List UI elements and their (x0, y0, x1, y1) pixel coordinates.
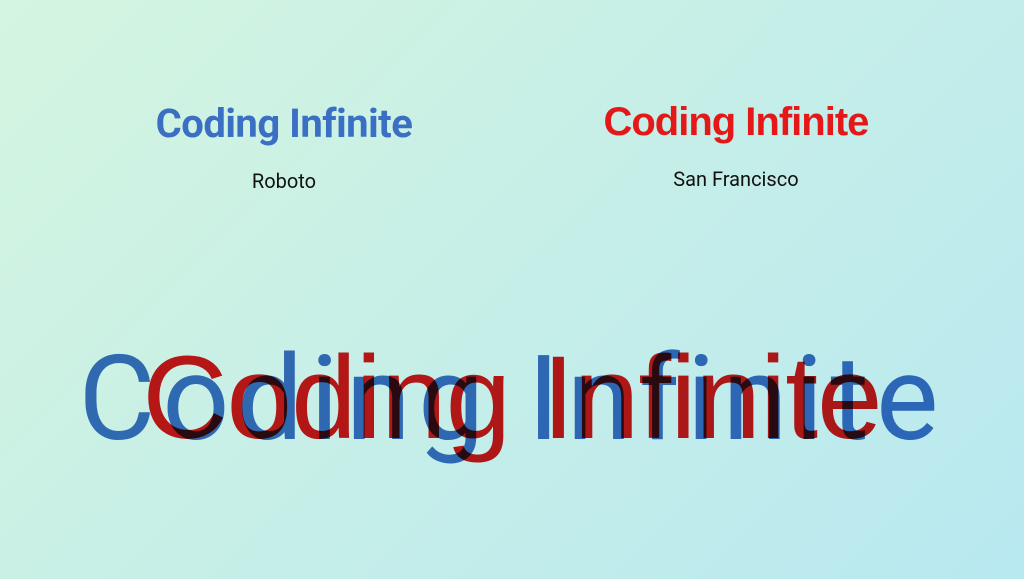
roboto-sample: Coding Infinite Roboto (156, 100, 413, 193)
roboto-heading: Coding Infinite (156, 100, 413, 147)
font-comparison-row: Coding Infinite Roboto Coding Infinite S… (0, 0, 1024, 193)
sanfrancisco-heading: Coding Infinite (603, 100, 868, 145)
roboto-label: Roboto (156, 169, 413, 193)
overlay-text-sanfrancisco: Coding Infinite (0, 330, 1024, 466)
sanfrancisco-label: San Francisco (603, 167, 868, 191)
sanfrancisco-sample: Coding Infinite San Francisco (603, 100, 868, 193)
